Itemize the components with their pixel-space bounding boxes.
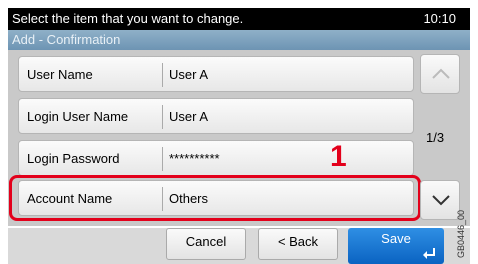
down-arrow-icon	[432, 195, 450, 206]
instruction-text: Select the item that you want to change.	[12, 11, 244, 26]
document-code: GB0446_00	[456, 209, 466, 258]
row-value: **********	[169, 151, 220, 166]
cancel-button[interactable]: Cancel	[166, 228, 246, 260]
enter-icon	[423, 248, 435, 259]
up-arrow-icon	[432, 68, 450, 79]
back-label: < Back	[277, 234, 319, 249]
clock: 10:10	[423, 11, 456, 26]
screen-title: Add - Confirmation	[12, 32, 121, 47]
screen-title-bar: Add - Confirmation	[8, 30, 470, 50]
row-value: User A	[169, 67, 209, 82]
save-label: Save	[381, 231, 411, 246]
page-indicator: 1/3	[426, 130, 445, 145]
cancel-label: Cancel	[185, 234, 227, 249]
row-value: User A	[169, 109, 209, 124]
back-button[interactable]: < Back	[258, 228, 338, 260]
row-login-user-name[interactable]: Login User Name User A	[18, 98, 414, 134]
row-label: Login User Name	[27, 109, 129, 124]
row-user-name[interactable]: User Name User A	[18, 56, 414, 92]
row-label: Login Password	[27, 151, 120, 166]
message-bar: Select the item that you want to change.…	[8, 8, 470, 30]
row-divider	[162, 105, 163, 129]
save-button[interactable]: Save	[348, 228, 444, 264]
row-divider	[162, 63, 163, 87]
row-label: User Name	[27, 67, 93, 82]
row-login-password[interactable]: Login Password **********	[18, 140, 414, 176]
row-divider	[162, 147, 163, 171]
highlight-frame	[9, 175, 421, 221]
callout-number: 1	[330, 140, 347, 173]
scroll-up-button[interactable]	[420, 54, 460, 94]
scroll-down-button[interactable]	[420, 180, 460, 220]
